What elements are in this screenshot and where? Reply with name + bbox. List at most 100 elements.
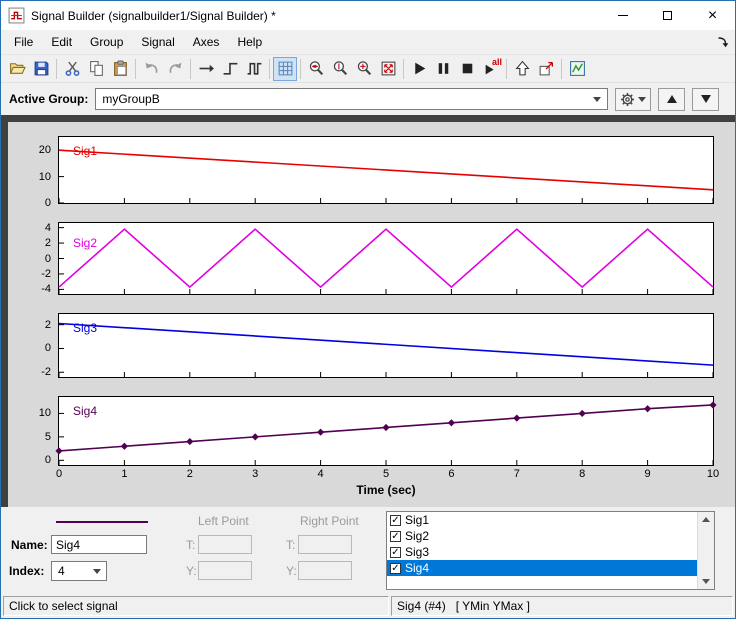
down-triangle-icon — [700, 95, 711, 103]
move-group-down-button[interactable] — [692, 87, 719, 111]
move-group-up-button[interactable] — [658, 87, 685, 111]
right-point-label: Right Point — [300, 514, 359, 528]
close-button[interactable]: × — [690, 2, 735, 30]
menu-item-file[interactable]: File — [5, 31, 42, 53]
x-tick-label: 2 — [186, 468, 193, 480]
status-selection: Sig4 (#4) [ YMin YMax ] — [391, 596, 733, 616]
signal-label-sig3: Sig3 — [73, 321, 98, 335]
menu-item-signal[interactable]: Signal — [132, 31, 183, 53]
checkbox-icon[interactable]: ✓ — [390, 562, 401, 574]
axes-sig3[interactable]: Sig3 — [58, 313, 714, 378]
left-y-input[interactable] — [198, 561, 252, 580]
x-tick-area: 0 1 2 3 4 5 6 7 8 9 10 — [55, 466, 719, 481]
zoom-y-icon[interactable] — [328, 57, 352, 81]
active-group-label: Active Group: — [9, 92, 89, 106]
signal-list-item-sig1[interactable]: ✓ Sig1 — [387, 512, 697, 528]
dock-arrow-icon[interactable] — [717, 36, 729, 48]
right-y-label: Y: — [286, 564, 297, 578]
signal-properties-panel: Left Point Right Point Name: T: T: Index… — [1, 507, 735, 594]
constant-signal-icon[interactable] — [194, 57, 218, 81]
checkbox-icon[interactable]: ✓ — [390, 514, 401, 526]
x-tick-label: 0 — [55, 468, 63, 480]
zoom-time-icon[interactable] — [304, 57, 328, 81]
toolbar-separator — [269, 58, 270, 79]
checkbox-icon[interactable]: ✓ — [390, 546, 401, 558]
maximize-button[interactable] — [645, 2, 690, 30]
active-group-row: Active Group: myGroupB — [1, 83, 735, 115]
axes-sig4[interactable]: Sig4 — [55, 396, 717, 466]
signal-list[interactable]: ✓ Sig1 ✓ Sig2 ✓ Sig3 ✓ Sig4 — [386, 511, 715, 590]
menu-item-group[interactable]: Group — [81, 31, 132, 53]
gear-icon — [620, 92, 635, 107]
stop-icon[interactable] — [455, 57, 479, 81]
plot-area: 0 10 20 Sig1 -4 -2 0 2 4 Sig2 -2 0 2 Sig3 0 5 10 Sig4 0 1 2 3… — [1, 115, 735, 507]
right-y-input[interactable] — [298, 561, 352, 580]
chevron-down-icon — [638, 96, 646, 102]
minimize-icon — [617, 15, 628, 16]
plot-sig2: -4 -2 0 2 4 Sig2 — [8, 222, 735, 295]
group-options-button[interactable] — [615, 87, 651, 111]
checkbox-icon[interactable]: ✓ — [390, 530, 401, 542]
play-all-icon[interactable]: all — [479, 57, 503, 81]
up-arrow-icon[interactable] — [510, 57, 534, 81]
y-tick-label: -2 — [41, 267, 51, 280]
status-message: Click to select signal — [3, 596, 389, 616]
toolbar-separator — [561, 58, 562, 79]
menu-item-help[interactable]: Help — [228, 31, 271, 53]
zoom-xy-icon[interactable] — [352, 57, 376, 81]
left-t-input[interactable] — [198, 535, 252, 554]
toolbar-separator — [403, 58, 404, 79]
index-select[interactable]: 4 — [51, 561, 107, 581]
signal-list-scrollbar[interactable] — [697, 512, 714, 589]
name-input[interactable] — [51, 535, 147, 554]
step-signal-icon[interactable] — [218, 57, 242, 81]
x-tick-label: 1 — [121, 468, 128, 480]
open-icon[interactable] — [5, 57, 29, 81]
minimize-button[interactable] — [600, 2, 645, 30]
y-axis-sig1: 0 10 20 — [8, 136, 58, 209]
paste-icon[interactable] — [108, 57, 132, 81]
y-tick-label: 0 — [44, 197, 51, 209]
y-tick-label: 0 — [44, 454, 51, 467]
cut-icon[interactable] — [60, 57, 84, 81]
right-t-label: T: — [286, 538, 296, 552]
axes-sig2[interactable]: Sig2 — [58, 222, 714, 295]
y-axis-sig3: -2 0 2 — [8, 313, 58, 378]
redo-icon[interactable] — [163, 57, 187, 81]
signal-line-sample — [56, 521, 148, 523]
signal-list-item-sig4[interactable]: ✓ Sig4 — [387, 560, 697, 576]
x-tick-label: 10 — [706, 468, 720, 480]
export-icon[interactable] — [534, 57, 558, 81]
active-group-combobox[interactable]: myGroupB — [95, 88, 608, 110]
scroll-up-button[interactable] — [698, 512, 714, 527]
x-tick-label: 5 — [382, 468, 390, 480]
toolbar-separator — [56, 58, 57, 79]
x-tick-label: 4 — [317, 468, 324, 480]
menu-item-edit[interactable]: Edit — [42, 31, 81, 53]
x-axis-title: Time (sec) — [356, 483, 416, 497]
play-icon[interactable] — [407, 57, 431, 81]
pause-icon[interactable] — [431, 57, 455, 81]
copy-icon[interactable] — [84, 57, 108, 81]
left-y-label: Y: — [186, 564, 197, 578]
axes-sig1[interactable]: Sig1 — [58, 136, 714, 204]
menu-items: File Edit Group Signal Axes Help — [5, 31, 271, 53]
maximize-icon — [663, 11, 672, 20]
y-tick-label: 10 — [38, 407, 51, 420]
plot-sig4: 0 5 10 Sig4 — [8, 396, 735, 466]
signal-builder-window: Signal Builder (signalbuilder1/Signal Bu… — [0, 0, 736, 619]
undo-icon[interactable] — [139, 57, 163, 81]
scroll-down-button[interactable] — [698, 574, 714, 589]
signal-list-item-sig3[interactable]: ✓ Sig3 — [387, 544, 697, 560]
save-icon[interactable] — [29, 57, 53, 81]
pulse-signal-icon[interactable] — [242, 57, 266, 81]
simulink-icon[interactable] — [565, 57, 589, 81]
chevron-down-icon — [93, 568, 101, 574]
fit-view-icon[interactable] — [376, 57, 400, 81]
x-tick-label: 7 — [513, 468, 520, 480]
right-t-input[interactable] — [298, 535, 352, 554]
snap-grid-icon[interactable] — [273, 56, 297, 81]
signal-list-item-sig2[interactable]: ✓ Sig2 — [387, 528, 697, 544]
close-icon: × — [707, 6, 718, 24]
menu-item-axes[interactable]: Axes — [184, 31, 229, 53]
